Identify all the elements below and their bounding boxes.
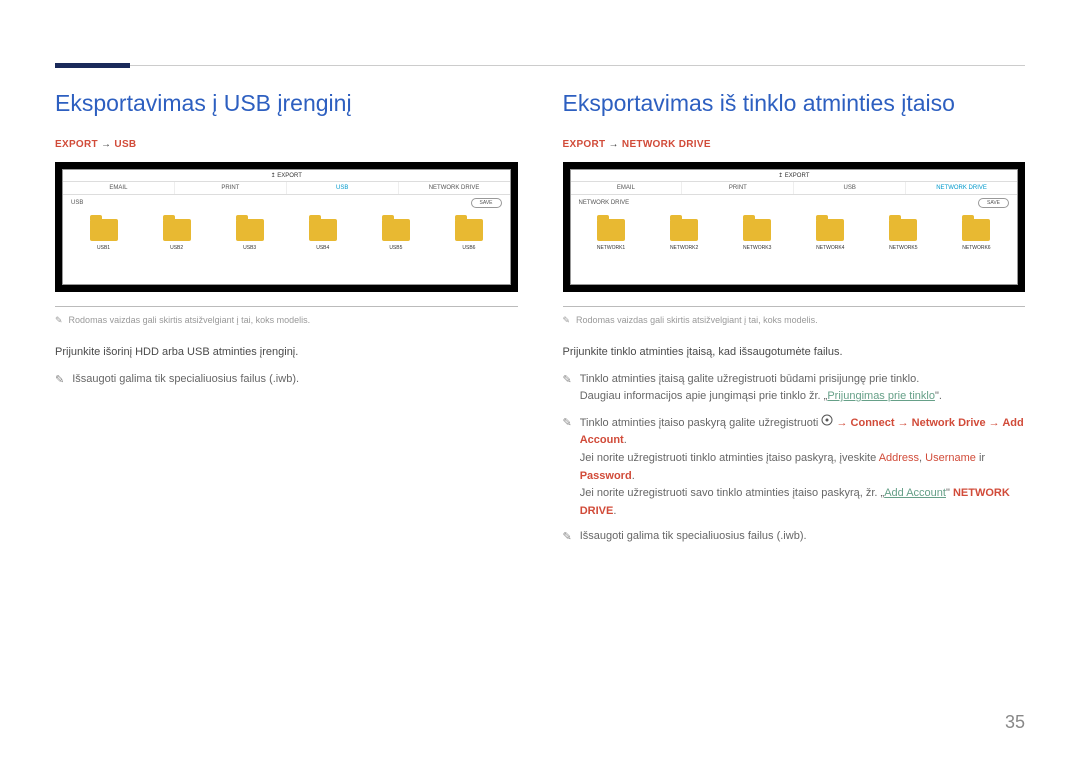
link-add-account[interactable]: Add Account	[884, 487, 946, 499]
folder-item[interactable]: USB5	[382, 219, 410, 251]
pencil-icon: ✎	[563, 315, 571, 326]
gear-icon	[821, 414, 833, 433]
disclaimer: ✎ Rodomas vaizdas gali skirtis atsižvelg…	[55, 315, 518, 326]
pencil-icon: ✎	[563, 415, 572, 521]
folder-item[interactable]: NETWORK1	[597, 219, 625, 251]
heading-usb: Eksportavimas į USB įrenginį	[55, 90, 518, 117]
bullet-item: ✎ Išsaugoti galima tik specialiuosius fa…	[55, 371, 518, 390]
folder-icon	[597, 219, 625, 241]
top-divider	[55, 65, 1025, 66]
folder-item[interactable]: NETWORK6	[962, 219, 990, 251]
tab-print[interactable]: PRINT	[175, 182, 287, 194]
heading-network: Eksportavimas iš tinklo atminties įtaiso	[563, 90, 1026, 117]
tab-network[interactable]: NETWORK DRIVE	[399, 182, 510, 194]
folder-item[interactable]: USB4	[309, 219, 337, 251]
folder-icon	[90, 219, 118, 241]
folder-item[interactable]: NETWORK4	[816, 219, 844, 251]
folder-item[interactable]: USB3	[236, 219, 264, 251]
location-label: USB	[71, 200, 83, 206]
folder-icon	[670, 219, 698, 241]
divider	[55, 306, 518, 307]
tab-usb[interactable]: USB	[287, 182, 399, 194]
folder-item[interactable]: NETWORK5	[889, 219, 917, 251]
tab-row: EMAIL PRINT USB NETWORK DRIVE	[571, 182, 1018, 195]
export-header: ↥ EXPORT	[571, 170, 1018, 182]
pencil-icon: ✎	[563, 372, 572, 406]
pencil-icon: ✎	[563, 529, 572, 547]
tab-email[interactable]: EMAIL	[571, 182, 683, 194]
export-header: ↥ EXPORT	[63, 170, 510, 182]
folder-icon	[816, 219, 844, 241]
folder-icon	[455, 219, 483, 241]
left-column: Eksportavimas į USB įrenginį EXPORT → US…	[55, 90, 518, 555]
pencil-icon: ✎	[55, 315, 63, 326]
screenshot-usb: ↥ EXPORT EMAIL PRINT USB NETWORK DRIVE U…	[55, 162, 518, 292]
bullet-item: ✎ Tinklo atminties įtaisą galite užregis…	[563, 371, 1026, 406]
folder-grid: USB1 USB2 USB3 USB4 USB5 USB6	[63, 211, 510, 284]
folder-item[interactable]: USB2	[163, 219, 191, 251]
folder-icon	[889, 219, 917, 241]
divider	[563, 306, 1026, 307]
folder-item[interactable]: USB1	[90, 219, 118, 251]
folder-grid: NETWORK1 NETWORK2 NETWORK3 NETWORK4 NETW…	[571, 211, 1018, 284]
folder-icon	[309, 219, 337, 241]
folder-icon	[236, 219, 264, 241]
disclaimer: ✎ Rodomas vaizdas gali skirtis atsižvelg…	[563, 315, 1026, 326]
pencil-icon: ✎	[55, 372, 64, 390]
folder-icon	[382, 219, 410, 241]
folder-icon	[743, 219, 771, 241]
location-label: NETWORK DRIVE	[579, 200, 630, 206]
screenshot-network: ↥ EXPORT EMAIL PRINT USB NETWORK DRIVE N…	[563, 162, 1026, 292]
breadcrumb-network: EXPORT → NETWORK DRIVE	[563, 139, 1026, 150]
folder-icon	[163, 219, 191, 241]
folder-item[interactable]: NETWORK2	[670, 219, 698, 251]
save-button[interactable]: SAVE	[471, 198, 502, 208]
bullet-item: ✎ Tinklo atminties įtaiso paskyrą galite…	[563, 414, 1026, 521]
bullet-item: ✎ Išsaugoti galima tik specialiuosius fa…	[563, 528, 1026, 547]
tab-print[interactable]: PRINT	[682, 182, 794, 194]
folder-icon	[962, 219, 990, 241]
link-network-connect[interactable]: Prijungimas prie tinklo	[827, 390, 935, 402]
page-number: 35	[1005, 712, 1025, 733]
breadcrumb-usb: EXPORT → USB	[55, 139, 518, 150]
folder-item[interactable]: USB6	[455, 219, 483, 251]
tab-row: EMAIL PRINT USB NETWORK DRIVE	[63, 182, 510, 195]
tab-usb[interactable]: USB	[794, 182, 906, 194]
intro-text: Prijunkite išorinį HDD arba USB atmintie…	[55, 344, 518, 361]
tab-email[interactable]: EMAIL	[63, 182, 175, 194]
tab-network[interactable]: NETWORK DRIVE	[906, 182, 1017, 194]
save-button[interactable]: SAVE	[978, 198, 1009, 208]
folder-item[interactable]: NETWORK3	[743, 219, 771, 251]
right-column: Eksportavimas iš tinklo atminties įtaiso…	[563, 90, 1026, 555]
intro-text: Prijunkite tinklo atminties įtaisą, kad …	[563, 344, 1026, 361]
